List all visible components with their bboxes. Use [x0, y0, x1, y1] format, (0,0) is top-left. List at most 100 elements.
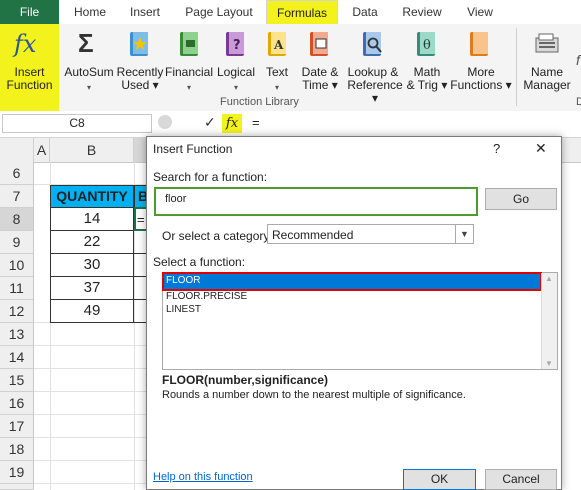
name-box[interactable]: C8 [2, 114, 152, 133]
date-time-button[interactable]: Date & Time ▾ [296, 24, 344, 94]
function-library-group-label: Function Library [220, 96, 299, 108]
search-label: Search for a function: [153, 170, 268, 184]
financial-caret: ▾ [186, 83, 191, 92]
lookup-reference-button[interactable]: Lookup & Reference ▾ [344, 24, 403, 105]
quantity-cell-2[interactable]: 22 [50, 231, 134, 254]
insert-function-button[interactable]: fx Insert Function [0, 24, 59, 111]
help-on-function-link[interactable]: Help on this function [153, 471, 253, 483]
logical-book-icon: ? [226, 32, 244, 56]
math-trig-book-icon: θ [417, 32, 435, 56]
quantity-cell-5[interactable]: 49 [50, 300, 134, 323]
fx-icon: fx [14, 30, 37, 58]
recently-used-button[interactable]: Recently Used ▾ [116, 24, 164, 94]
quantity-cell-4[interactable]: 37 [50, 277, 134, 300]
function-list[interactable]: FLOOR FLOOR.PRECISE LINEST ▲ ▼ [162, 272, 558, 370]
formula-bar-options-icon[interactable] [158, 115, 172, 129]
text-caret: ▾ [274, 83, 279, 92]
select-function-label: Select a function: [153, 255, 246, 269]
grid-line [34, 483, 146, 484]
grid-line [34, 460, 146, 461]
function-signature: FLOOR(number,significance) [162, 373, 329, 387]
go-button[interactable]: Go [485, 188, 557, 210]
row-header-13[interactable]: 13 [0, 323, 34, 346]
autosum-caret: ▾ [86, 83, 91, 92]
row-header-14[interactable]: 14 [0, 346, 34, 369]
tab-view[interactable]: View [460, 0, 500, 24]
math-trig-button[interactable]: θ Math & Trig ▾ [404, 24, 450, 94]
column-header-b[interactable]: B [50, 138, 134, 162]
ok-button[interactable]: OK [403, 469, 476, 490]
grid-line [34, 437, 146, 438]
function-list-scrollbar[interactable]: ▲ ▼ [541, 273, 557, 369]
row-header-7[interactable]: 7 [0, 185, 34, 208]
function-list-item-floor-precise[interactable]: FLOOR.PRECISE [166, 291, 247, 302]
c-cell-12[interactable] [134, 300, 146, 323]
insert-function-fx-icon[interactable]: fx [222, 114, 242, 133]
row-header-9[interactable]: 9 [0, 231, 34, 254]
function-list-item-floor[interactable]: FLOOR [162, 272, 542, 291]
function-description: Rounds a number down to the nearest mult… [162, 389, 466, 401]
tab-formulas[interactable]: Formulas [266, 0, 338, 24]
logical-button[interactable]: ? Logical ▾ [214, 24, 258, 94]
name-manager-label-2: Manager [523, 78, 571, 92]
tab-page-layout[interactable]: Page Layout [180, 0, 258, 24]
formula-content[interactable]: = [252, 115, 260, 130]
quantity-header-cell[interactable]: QUANTITY [50, 185, 134, 208]
row-header-10[interactable]: 10 [0, 254, 34, 277]
tab-review[interactable]: Review [398, 0, 446, 24]
cancel-button[interactable]: Cancel [485, 469, 557, 490]
c-cell-9[interactable] [134, 231, 146, 254]
row-header-18[interactable]: 18 [0, 438, 34, 461]
scroll-up-icon[interactable]: ▲ [545, 274, 553, 283]
text-button[interactable]: A Text ▾ [258, 24, 296, 94]
sigma-icon: Σ [78, 28, 94, 58]
recently-used-label-2: Used ▾ [121, 78, 159, 92]
more-functions-button[interactable]: More Functions ▾ [450, 24, 512, 94]
lookup-label-2: Reference ▾ [347, 78, 403, 105]
tab-data[interactable]: Data [346, 0, 384, 24]
quantity-cell-1[interactable]: 14 [50, 208, 134, 231]
row-header-16[interactable]: 16 [0, 392, 34, 415]
row-header-8[interactable]: 8 [0, 208, 34, 231]
chevron-down-icon[interactable]: ▼ [455, 225, 473, 243]
scroll-down-icon[interactable]: ▼ [545, 359, 553, 368]
grid-line [34, 368, 146, 369]
column-header-a[interactable]: A [34, 138, 50, 162]
tab-home[interactable]: Home [68, 0, 112, 24]
c-cell-11[interactable] [134, 277, 146, 300]
more-functions-label-2: Functions ▾ [450, 78, 512, 92]
function-list-item-linest[interactable]: LINEST [166, 304, 201, 315]
svg-text:θ: θ [423, 38, 431, 53]
row-header-11[interactable]: 11 [0, 277, 34, 300]
column-c-header-cell[interactable]: B [134, 185, 146, 208]
insert-function-dialog: Insert Function ? ✕ Search for a functio… [146, 136, 562, 490]
autosum-button[interactable]: Σ AutoSum ▾ [62, 24, 116, 94]
name-manager-button[interactable]: Name Manager [520, 24, 574, 94]
row-header-12[interactable]: 12 [0, 300, 34, 323]
c-cell-10[interactable] [134, 254, 146, 277]
active-cell-c8[interactable]: = [134, 207, 146, 231]
help-button[interactable]: ? [493, 141, 500, 156]
row-header-15[interactable]: 15 [0, 369, 34, 392]
row-header-6[interactable]: 6 [0, 162, 34, 185]
logical-label: Logical [216, 65, 256, 79]
ribbon-separator [516, 28, 517, 106]
category-select-value: Recommended [272, 228, 354, 242]
quantity-cell-3[interactable]: 30 [50, 254, 134, 277]
row-header-19[interactable]: 19 [0, 461, 34, 484]
category-select[interactable]: Recommended ▼ [267, 224, 474, 244]
star-book-icon [130, 32, 148, 56]
svg-text:?: ? [233, 38, 241, 53]
grid-line [34, 345, 146, 346]
select-all-corner[interactable] [0, 138, 34, 162]
lookup-book-icon [363, 32, 382, 56]
search-input[interactable]: floor [154, 187, 478, 216]
row-header-20[interactable] [0, 484, 34, 490]
financial-button[interactable]: Financial ▾ [164, 24, 214, 94]
enter-check-icon[interactable]: ✓ [204, 114, 216, 131]
close-icon[interactable]: ✕ [535, 140, 547, 157]
tab-insert[interactable]: Insert [122, 0, 168, 24]
row-header-17[interactable]: 17 [0, 415, 34, 438]
tab-file[interactable]: File [0, 0, 59, 24]
name-manager-icon [535, 33, 559, 53]
